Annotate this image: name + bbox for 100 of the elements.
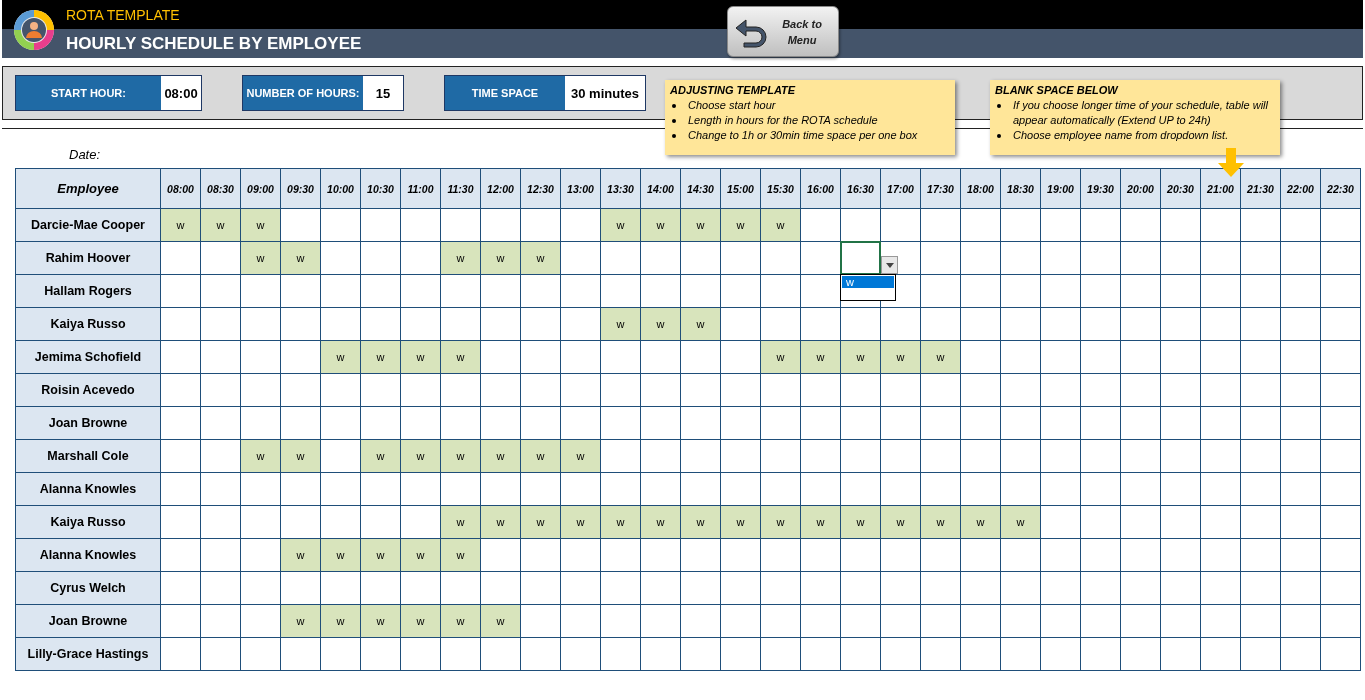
shift-cell: w xyxy=(441,539,480,571)
note-text: Change to 1h or 30min time space per one box xyxy=(688,128,918,143)
time-header: 08:00 xyxy=(161,169,200,208)
employee-name: Joan Browne xyxy=(16,605,160,637)
shift-cell: w xyxy=(841,341,880,373)
shift-cell: w xyxy=(921,341,960,373)
shift-cell: w xyxy=(881,506,920,538)
shift-cell: w xyxy=(321,341,360,373)
bullet-icon xyxy=(672,104,676,108)
dropdown-option[interactable]: w xyxy=(842,276,894,288)
shift-cell: w xyxy=(361,341,400,373)
time-header: 14:00 xyxy=(641,169,680,208)
time-header: 17:30 xyxy=(921,169,960,208)
column-header: Employee xyxy=(16,169,160,208)
shift-cell: w xyxy=(601,209,640,241)
down-arrow-icon xyxy=(1218,148,1244,177)
time-header: 10:30 xyxy=(361,169,400,208)
shift-cell: w xyxy=(641,506,680,538)
shift-cell: w xyxy=(241,440,280,472)
app-subtitle: ROTA TEMPLATE xyxy=(66,6,180,23)
employee-name: Kaiya Russo xyxy=(16,506,160,538)
time-header: 15:00 xyxy=(721,169,760,208)
time-header: 18:00 xyxy=(961,169,1000,208)
shift-cell: w xyxy=(481,506,520,538)
time-header: 13:00 xyxy=(561,169,600,208)
shift-cell: w xyxy=(401,440,440,472)
shift-cell: w xyxy=(721,506,760,538)
shift-cell: w xyxy=(281,440,320,472)
caret-icon xyxy=(885,262,894,268)
employee-name: Joan Browne xyxy=(16,407,160,439)
dropdown-button[interactable] xyxy=(881,256,898,274)
shift-cell: w xyxy=(761,506,800,538)
page-title: HOURLY SCHEDULE BY EMPLOYEE xyxy=(66,33,362,54)
employee-name: Jemima Schofield xyxy=(16,341,160,373)
shift-cell: w xyxy=(681,506,720,538)
shift-cell: w xyxy=(601,506,640,538)
time-header: 19:00 xyxy=(1041,169,1080,208)
shift-cell: w xyxy=(441,605,480,637)
shift-cell: w xyxy=(281,242,320,274)
employee-name: Darcie-Mae Cooper xyxy=(16,209,160,241)
employee-name: Roisin Acevedo xyxy=(16,374,160,406)
shift-cell: w xyxy=(361,539,400,571)
date-label: Date: xyxy=(69,147,101,162)
employee-name: Alanna Knowles xyxy=(16,539,160,571)
note-title: BLANK SPACE BELOW xyxy=(995,84,1120,96)
time-header: 13:30 xyxy=(601,169,640,208)
bullet-icon xyxy=(997,134,1001,138)
time-header: 09:00 xyxy=(241,169,280,208)
employee-name: Hallam Rogers xyxy=(16,275,160,307)
shift-cell: w xyxy=(361,440,400,472)
shift-cell: w xyxy=(161,209,200,241)
shift-cell: w xyxy=(241,242,280,274)
shift-cell: w xyxy=(201,209,240,241)
shift-cell: w xyxy=(321,605,360,637)
shift-cell: w xyxy=(641,209,680,241)
bullet-icon xyxy=(997,104,1001,108)
shift-cell: w xyxy=(841,506,880,538)
bullet-icon xyxy=(672,119,676,123)
shift-cell: w xyxy=(281,539,320,571)
shift-cell: w xyxy=(881,341,920,373)
shift-cell: w xyxy=(441,506,480,538)
time-header: 11:00 xyxy=(401,169,440,208)
shift-cell: w xyxy=(801,341,840,373)
shift-cell: w xyxy=(561,506,600,538)
employee-name: Rahim Hoover xyxy=(16,242,160,274)
time-header: 11:30 xyxy=(441,169,480,208)
shift-cell: w xyxy=(521,506,560,538)
employee-name: Cyrus Welch xyxy=(16,572,160,604)
shift-cell: w xyxy=(481,605,520,637)
time-header: 08:30 xyxy=(201,169,240,208)
employee-name: Lilly-Grace Hastings xyxy=(16,638,160,670)
shift-cell: w xyxy=(561,440,600,472)
shift-cell: w xyxy=(401,539,440,571)
employee-name: Kaiya Russo xyxy=(16,308,160,340)
shift-cell: w xyxy=(321,539,360,571)
bullet-icon xyxy=(672,134,676,138)
shift-cell: w xyxy=(401,341,440,373)
shift-cell: w xyxy=(641,308,680,340)
shift-cell: w xyxy=(481,242,520,274)
shift-cell: w xyxy=(681,209,720,241)
shift-cell: w xyxy=(921,506,960,538)
time-header: 19:30 xyxy=(1081,169,1120,208)
time-header: 22:30 xyxy=(1321,169,1360,208)
time-header: 18:30 xyxy=(1001,169,1040,208)
shift-cell: w xyxy=(761,341,800,373)
time-header: 10:00 xyxy=(321,169,360,208)
shift-cell: w xyxy=(441,242,480,274)
shift-cell: w xyxy=(441,440,480,472)
time-header: 17:00 xyxy=(881,169,920,208)
note-text: Choose employee name from dropdown list. xyxy=(1013,128,1229,143)
active-cell[interactable] xyxy=(840,241,881,275)
shift-cell: w xyxy=(801,506,840,538)
note-title: ADJUSTING TEMPLATE xyxy=(670,84,797,96)
shift-cell: w xyxy=(521,242,560,274)
time-header: 09:30 xyxy=(281,169,320,208)
back-to-menu-button[interactable]: Back to Menu xyxy=(727,6,839,57)
employee-name: Alanna Knowles xyxy=(16,473,160,505)
shift-cell: w xyxy=(681,308,720,340)
shift-cell: w xyxy=(401,605,440,637)
note-text: Length in hours for the ROTA schedule xyxy=(688,113,878,128)
